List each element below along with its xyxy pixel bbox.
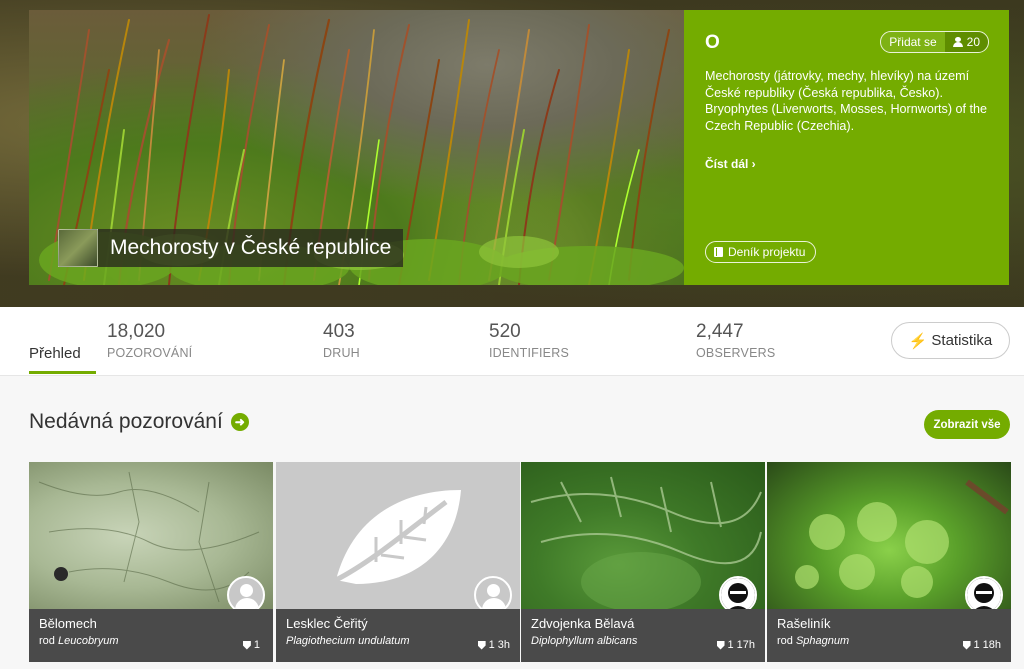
card-footer: Zdvojenka Bělavá Diplophyllum albicans 1… <box>521 609 765 662</box>
statistics-button-label: Statistika <box>931 332 993 349</box>
statistics-button[interactable]: ⚡ Statistika <box>891 322 1010 359</box>
stat-species[interactable]: 403 DRUH <box>323 321 360 360</box>
card-meta: 1 18h <box>962 639 1001 651</box>
identification-count: 1 <box>727 639 734 651</box>
avatar-image <box>721 578 755 612</box>
identification-count: 1 <box>488 639 495 651</box>
identification-icon <box>962 640 971 650</box>
join-button[interactable]: Přidat se <box>881 32 945 52</box>
card-meta: 1 <box>242 639 263 651</box>
book-icon <box>714 247 723 257</box>
taxon-latin: Sphagnum <box>795 635 850 647</box>
card-footer: Bělomech rod Leucobryum 1 <box>29 609 273 662</box>
card-footer: Lesklec Čeřitý Plagiothecium undulatum 1… <box>276 609 520 662</box>
member-count[interactable]: 20 <box>944 32 988 52</box>
observation-card[interactable]: Bělomech rod Leucobryum 1 <box>29 462 273 662</box>
taxon-latin: Leucobryum <box>57 635 119 647</box>
card-footer: Rašeliník rod Sphagnum 1 18h <box>767 609 1011 662</box>
stat-label: DRUH <box>323 346 360 360</box>
common-name: Lesklec Čeřitý <box>286 616 368 631</box>
taxon-rank: rod <box>777 635 796 647</box>
taxon-latin: Plagiothecium undulatum <box>286 635 410 647</box>
stat-observations[interactable]: 18,020 POZOROVÁNÍ <box>107 321 192 360</box>
scientific-name: Plagiothecium undulatum <box>286 635 510 647</box>
project-title: Mechorosty v České republice <box>98 229 404 267</box>
stat-value: 18,020 <box>107 321 166 342</box>
stat-label: POZOROVÁNÍ <box>107 346 193 360</box>
observation-card[interactable]: Lesklec Čeřitý Plagiothecium undulatum 1… <box>276 462 520 662</box>
observation-age: 3h <box>497 639 510 651</box>
observation-age: 17h <box>736 639 755 651</box>
section-title-text: Nedávná pozorování <box>29 410 223 433</box>
taxon-rank: rod <box>39 635 58 647</box>
identification-icon <box>477 640 486 650</box>
card-meta: 1 3h <box>477 639 510 651</box>
project-info-panel: O Přidat se 20 Mechorosty (játrovky, mec… <box>684 10 1009 285</box>
member-count-value: 20 <box>966 35 980 49</box>
stat-value: 2,447 <box>696 321 744 342</box>
taxon-latin: Diplophyllum albicans <box>531 635 638 647</box>
tab-overview[interactable]: Přehled <box>29 345 81 362</box>
identification-icon <box>716 640 725 650</box>
common-name: Bělomech <box>39 616 97 631</box>
identification-count: 1 <box>253 639 260 651</box>
avatar-image <box>967 578 1001 612</box>
recent-observations-heading[interactable]: Nedávná pozorování ➜ <box>29 410 249 434</box>
common-name: Rašeliník <box>777 616 831 631</box>
project-icon: O <box>705 32 720 53</box>
observation-cards: Bělomech rod Leucobryum 1 Lesklec Čeřitý… <box>29 462 1011 669</box>
observation-card[interactable]: Rašeliník rod Sphagnum 1 18h <box>767 462 1011 662</box>
stat-observers[interactable]: 2,447 OBSERVERS <box>696 321 775 360</box>
project-journal-label: Deník projektu <box>728 245 806 259</box>
read-more-link[interactable]: Číst dál › <box>705 157 756 171</box>
user-icon <box>952 37 963 47</box>
stat-label: IDENTIFIERS <box>489 346 569 360</box>
stat-label: OBSERVERS <box>696 346 776 360</box>
stat-value: 403 <box>323 321 355 342</box>
observation-card[interactable]: Zdvojenka Bělavá Diplophyllum albicans 1… <box>521 462 765 662</box>
card-meta: 1 17h <box>716 639 755 651</box>
stat-value: 520 <box>489 321 521 342</box>
project-journal-button[interactable]: Deník projektu <box>705 241 817 263</box>
identification-icon <box>242 640 251 650</box>
arrow-right-icon: ➜ <box>230 413 249 431</box>
lightning-icon: ⚡ <box>908 332 928 350</box>
identification-count: 1 <box>973 639 980 651</box>
stat-identifiers[interactable]: 520 IDENTIFIERS <box>489 321 569 360</box>
project-title-bar: Mechorosty v České republice <box>58 229 404 267</box>
observation-age: 18h <box>982 639 1001 651</box>
view-all-button[interactable]: Zobrazit vše <box>924 410 1010 439</box>
stats-bar: Přehled 18,020 POZOROVÁNÍ 403 DRUH 520 I… <box>0 307 1024 376</box>
active-tab-indicator <box>29 371 96 374</box>
join-project-group: Přidat se 20 <box>880 31 989 53</box>
project-thumbnail <box>58 229 98 267</box>
project-description: Mechorosty (játrovky, mechy, hlevíky) na… <box>705 69 988 133</box>
common-name: Zdvojenka Bělavá <box>531 616 635 631</box>
scientific-name: rod Leucobryum <box>39 635 263 647</box>
